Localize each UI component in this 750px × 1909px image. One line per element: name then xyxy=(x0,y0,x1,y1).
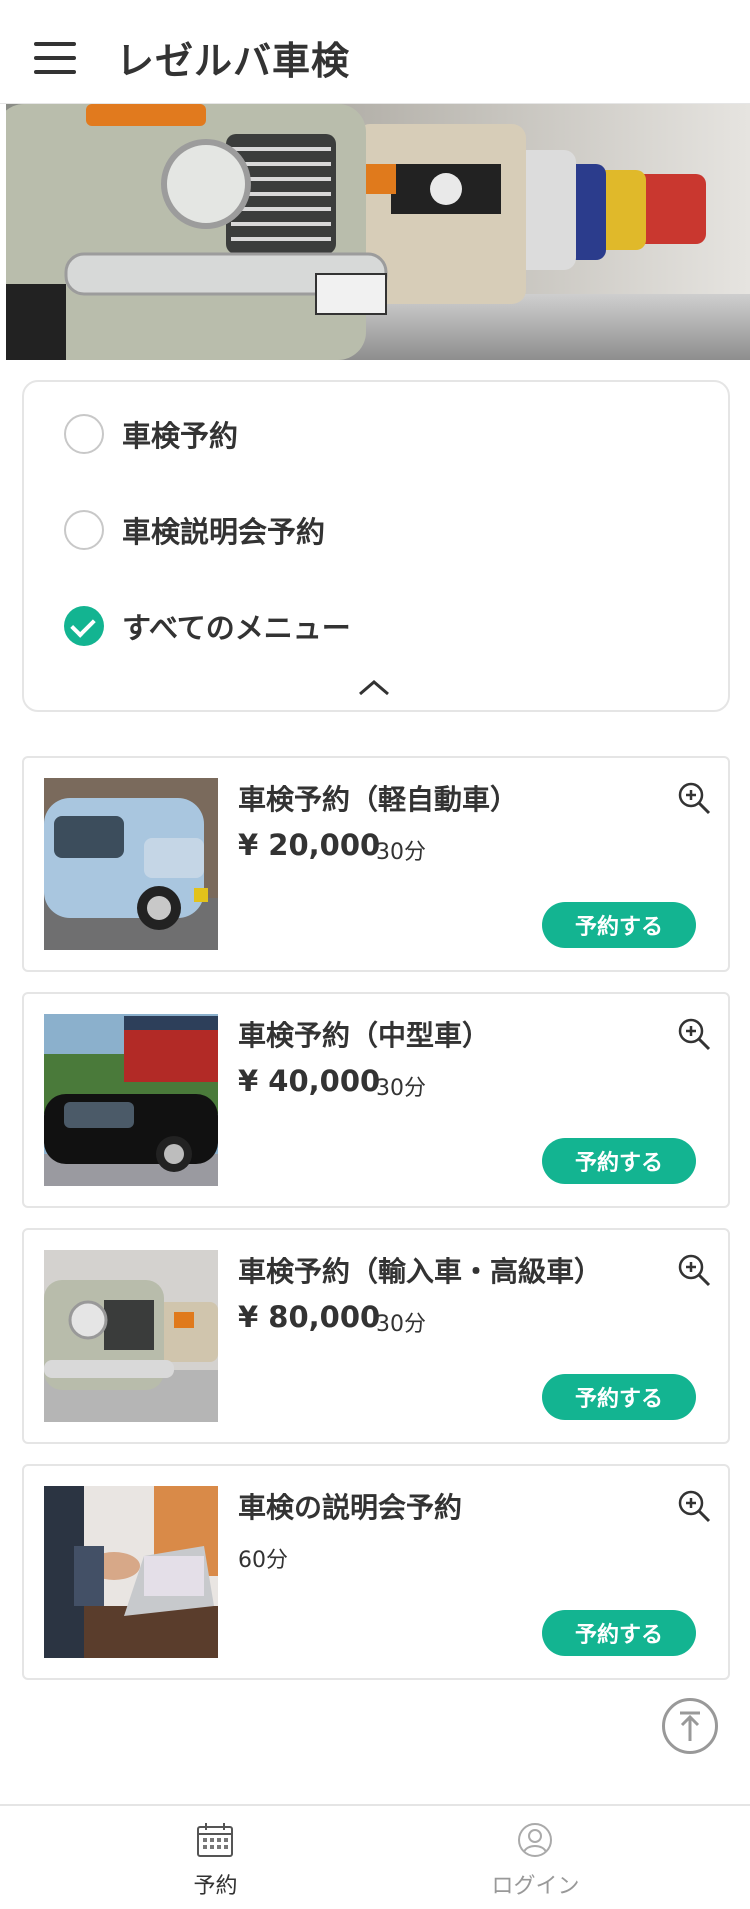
service-thumbnail xyxy=(44,778,218,950)
scroll-to-top-button[interactable] xyxy=(662,1698,718,1754)
calendar-icon xyxy=(197,1823,233,1857)
zoom-in-icon[interactable] xyxy=(676,1252,712,1288)
zoom-in-icon[interactable] xyxy=(676,1016,712,1052)
service-price: ¥ 20,000 xyxy=(238,828,381,862)
hero-image xyxy=(6,104,750,360)
chevron-up-icon[interactable] xyxy=(354,672,394,702)
service-duration: 30分 xyxy=(376,1312,426,1337)
arrow-up-icon xyxy=(680,1711,700,1741)
reserve-button[interactable]: 予約する xyxy=(542,1138,696,1184)
nav-item-login[interactable]: ログイン xyxy=(348,1806,723,1909)
service-title: 車検の説明会予約 xyxy=(238,1491,463,1524)
service-duration: 60分 xyxy=(238,1548,288,1573)
app-title: レゼルバ車検 xyxy=(116,39,351,83)
filter-option-label: 車検予約 xyxy=(122,419,239,453)
reserve-button[interactable]: 予約する xyxy=(542,1374,696,1420)
nav-item-reserve[interactable]: 予約 xyxy=(28,1806,403,1909)
service-thumbnail xyxy=(44,1486,218,1658)
user-avatar-icon xyxy=(518,1823,552,1857)
service-card[interactable]: 車検の説明会予約 60分 予約する xyxy=(22,1464,730,1680)
filter-option-label: 車検説明会予約 xyxy=(122,515,326,549)
filter-option-shaken[interactable]: 車検予約 xyxy=(64,412,238,456)
nav-reserve-label: 予約 xyxy=(193,1874,238,1899)
radio-unchecked-icon[interactable] xyxy=(64,414,104,454)
reserve-button[interactable]: 予約する xyxy=(542,902,696,948)
service-duration: 30分 xyxy=(376,1076,426,1101)
service-title: 車検予約（中型車） xyxy=(238,1019,491,1052)
service-duration: 30分 xyxy=(376,840,426,865)
zoom-in-icon[interactable] xyxy=(676,780,712,816)
service-card[interactable]: 車検予約（輸入車・高級車） ¥ 80,000 30分 予約する xyxy=(22,1228,730,1444)
service-price: ¥ 80,000 xyxy=(238,1300,381,1334)
bottom-navigation: 予約 ログイン xyxy=(0,1804,750,1909)
reserve-button[interactable]: 予約する xyxy=(542,1610,696,1656)
filter-option-seminar[interactable]: 車検説明会予約 xyxy=(64,508,325,552)
app-header: レゼルバ車検 xyxy=(0,0,750,104)
filter-option-label: すべてのメニュー xyxy=(122,611,351,645)
filter-option-all[interactable]: すべてのメニュー xyxy=(64,604,351,648)
nav-login-label: ログイン xyxy=(491,1874,580,1899)
menu-filter-panel: 車検予約 車検説明会予約 すべてのメニュー xyxy=(22,380,730,712)
service-thumbnail xyxy=(44,1014,218,1186)
zoom-in-icon[interactable] xyxy=(676,1488,712,1524)
radio-checked-icon[interactable] xyxy=(64,606,104,646)
service-title: 車検予約（軽自動車） xyxy=(238,783,519,816)
service-card[interactable]: 車検予約（軽自動車） ¥ 20,000 30分 予約する xyxy=(22,756,730,972)
radio-unchecked-icon[interactable] xyxy=(64,510,104,550)
service-thumbnail xyxy=(44,1250,218,1422)
service-title: 車検予約（輸入車・高級車） xyxy=(238,1255,603,1288)
service-card[interactable]: 車検予約（中型車） ¥ 40,000 30分 予約する xyxy=(22,992,730,1208)
service-price: ¥ 40,000 xyxy=(238,1064,381,1098)
hamburger-menu-icon[interactable] xyxy=(30,40,78,76)
